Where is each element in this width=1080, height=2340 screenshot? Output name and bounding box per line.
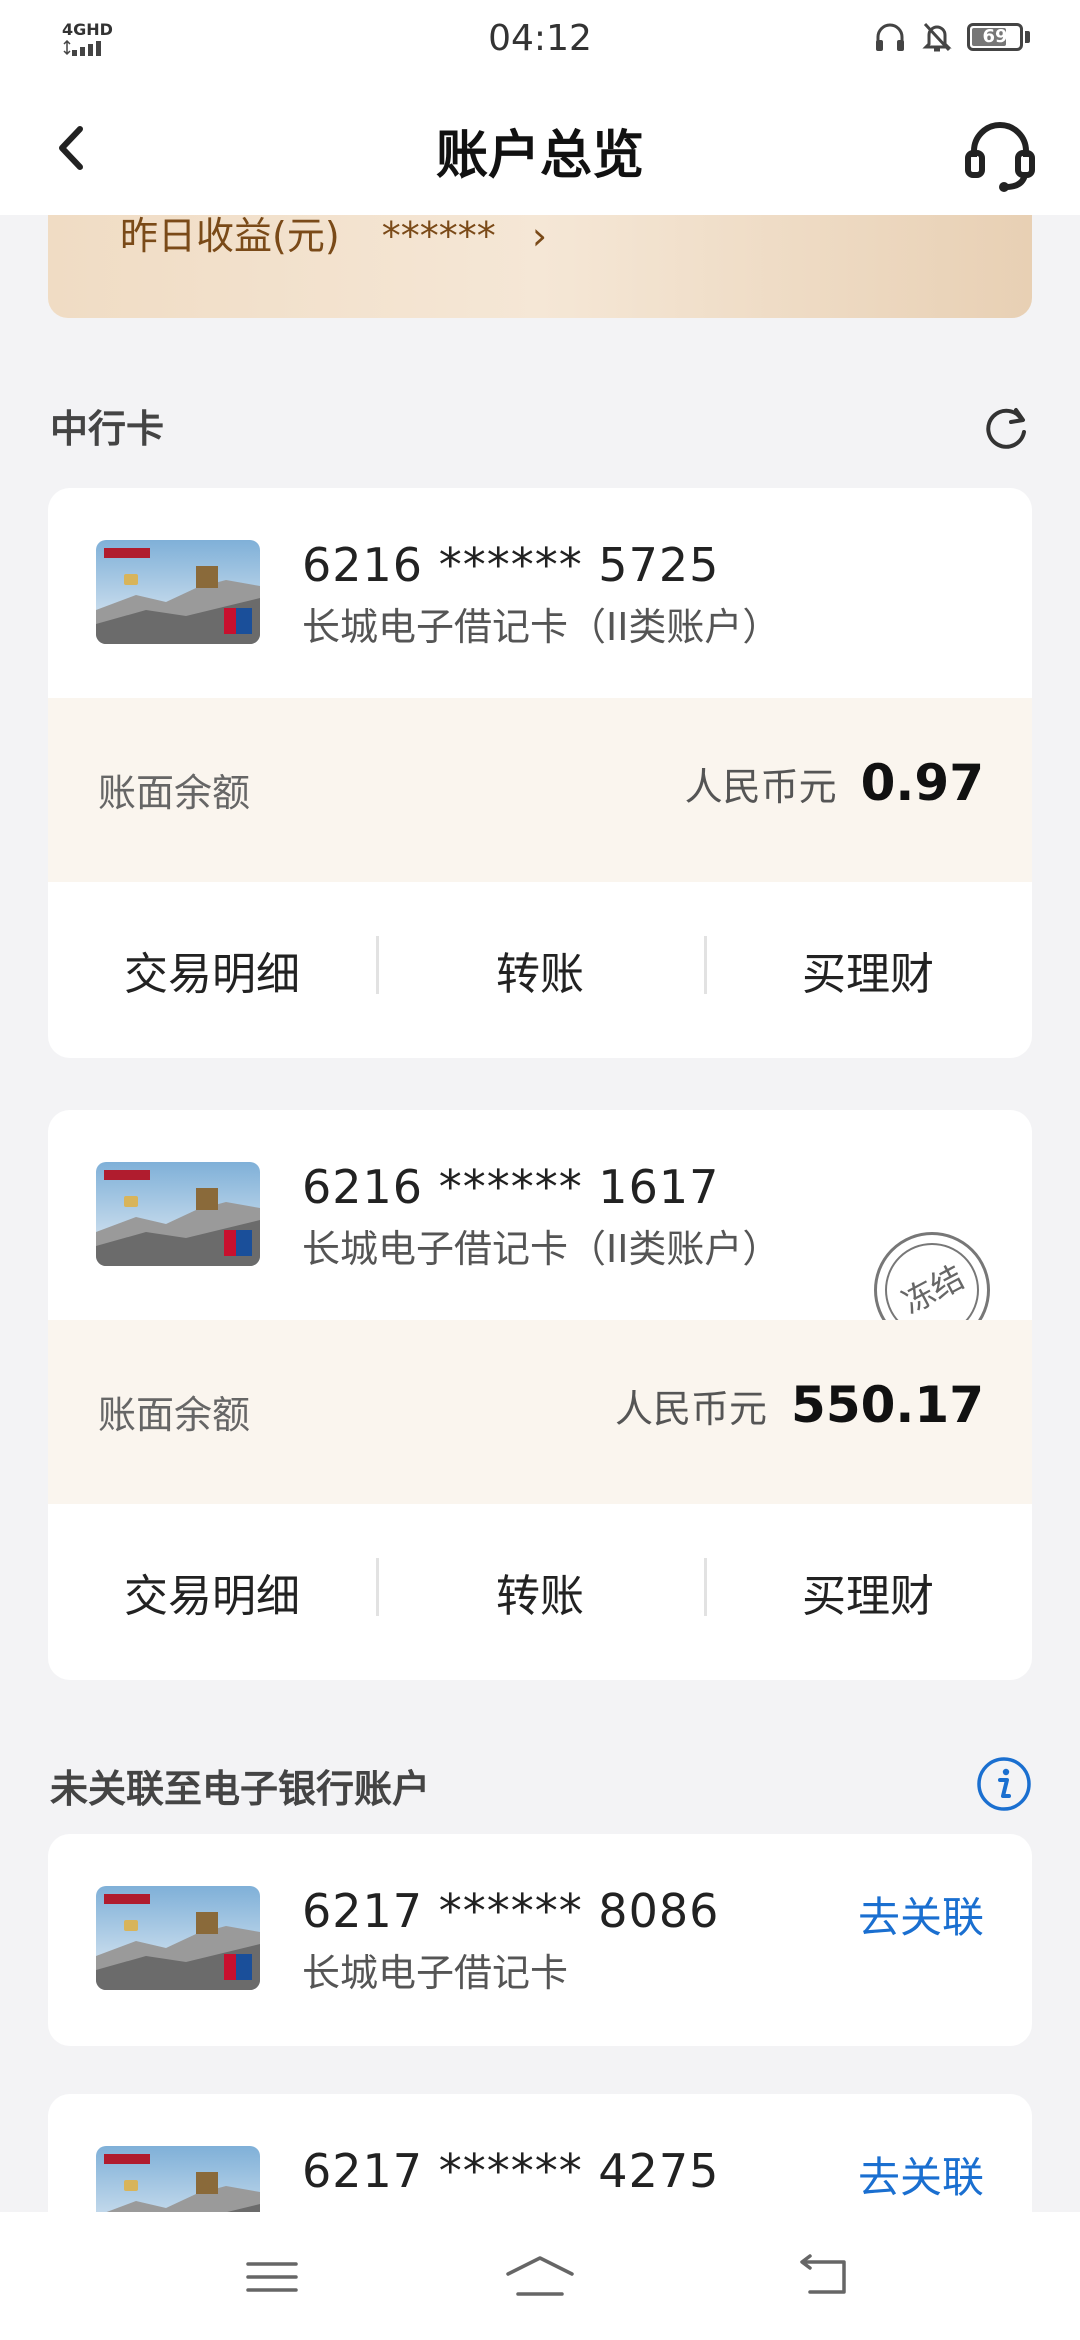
account-card: 6216 ****** 1617 长城电子借记卡（II类账户） 冻结 账面余额 … — [48, 1110, 1032, 1680]
card-type: 长城电子借记卡 — [302, 1951, 569, 1995]
bank-card-image — [96, 1162, 260, 1266]
mute-bell-icon — [922, 22, 952, 52]
transaction-details-button[interactable]: 交易明细 — [48, 938, 376, 1002]
chevron-right-icon: › — [531, 215, 548, 258]
unlinked-card[interactable]: 6217 ****** 8086 长城电子借记卡 去关联 — [48, 1834, 1032, 2046]
card-header[interactable]: 6216 ****** 5725 长城电子借记卡（II类账户） — [48, 488, 1032, 698]
balance-row: 账面余额 人民币元 550.17 — [48, 1320, 1032, 1504]
card-number: 6217 ****** 8086 — [302, 1884, 720, 1938]
card-header[interactable]: 6216 ****** 1617 长城电子借记卡（II类账户） 冻结 — [48, 1110, 1032, 1348]
card-number: 6217 ****** 4275 — [302, 2144, 720, 2198]
link-account-button[interactable]: 去关联 — [858, 2144, 984, 2205]
home-icon[interactable] — [504, 2252, 576, 2302]
menu-icon[interactable] — [240, 2252, 304, 2302]
page-title: 账户总览 — [435, 126, 644, 186]
back-icon[interactable] — [790, 2252, 854, 2302]
balance-label: 账面余额 — [98, 1393, 251, 1437]
balance-label: 账面余额 — [98, 771, 251, 815]
card-type: 长城电子借记卡（II类账户） — [302, 1227, 781, 1271]
buy-wealth-product-button[interactable]: 买理财 — [704, 1558, 1032, 1624]
info-icon[interactable] — [976, 1756, 1032, 1812]
bank-card-image — [96, 1886, 260, 1990]
refresh-icon[interactable] — [980, 402, 1032, 454]
section-title-boc-cards: 中行卡 — [50, 407, 165, 451]
currency-label: 人民币元 — [684, 765, 837, 809]
account-card: 6216 ****** 5725 长城电子借记卡（II类账户） 账面余额 人民币… — [48, 488, 1032, 1058]
customer-service-icon[interactable] — [960, 115, 1040, 195]
earnings-value: ****** — [381, 215, 496, 258]
card-actions: 交易明细 转账 买理财 — [48, 882, 1032, 1058]
card-actions: 交易明细 转账 买理财 — [48, 1504, 1032, 1680]
link-account-button[interactable]: 去关联 — [858, 1884, 984, 1945]
card-number: 6216 ****** 5725 — [302, 538, 720, 592]
battery-level: 69 — [982, 26, 1008, 47]
navigation-bar: 账户总览 — [0, 85, 1080, 215]
balance-amount: 550.17 — [791, 1376, 984, 1434]
section-title-unlinked: 未关联至电子银行账户 — [50, 1767, 431, 1811]
bank-card-image — [96, 540, 260, 644]
buy-wealth-product-button[interactable]: 买理财 — [704, 936, 1032, 1002]
status-bar: 4GHD 04:12 69 — [0, 0, 1080, 85]
headphones-icon — [876, 23, 904, 51]
card-type: 长城电子借记卡（II类账户） — [302, 605, 781, 649]
transaction-details-button[interactable]: 交易明细 — [48, 1560, 376, 1624]
yesterday-earnings-banner[interactable]: 昨日收益(元) ****** › — [48, 215, 1032, 318]
transfer-button[interactable]: 转账 — [376, 936, 704, 1002]
balance-amount: 0.97 — [860, 754, 984, 812]
battery-icon: 69 — [967, 23, 1023, 51]
balance-row: 账面余额 人民币元 0.97 — [48, 698, 1032, 882]
card-number: 6216 ****** 1617 — [302, 1160, 720, 1214]
currency-label: 人民币元 — [615, 1387, 768, 1431]
transfer-button[interactable]: 转账 — [376, 1558, 704, 1624]
system-navigation-bar — [0, 2212, 1080, 2340]
earnings-label: 昨日收益(元) — [120, 215, 340, 258]
